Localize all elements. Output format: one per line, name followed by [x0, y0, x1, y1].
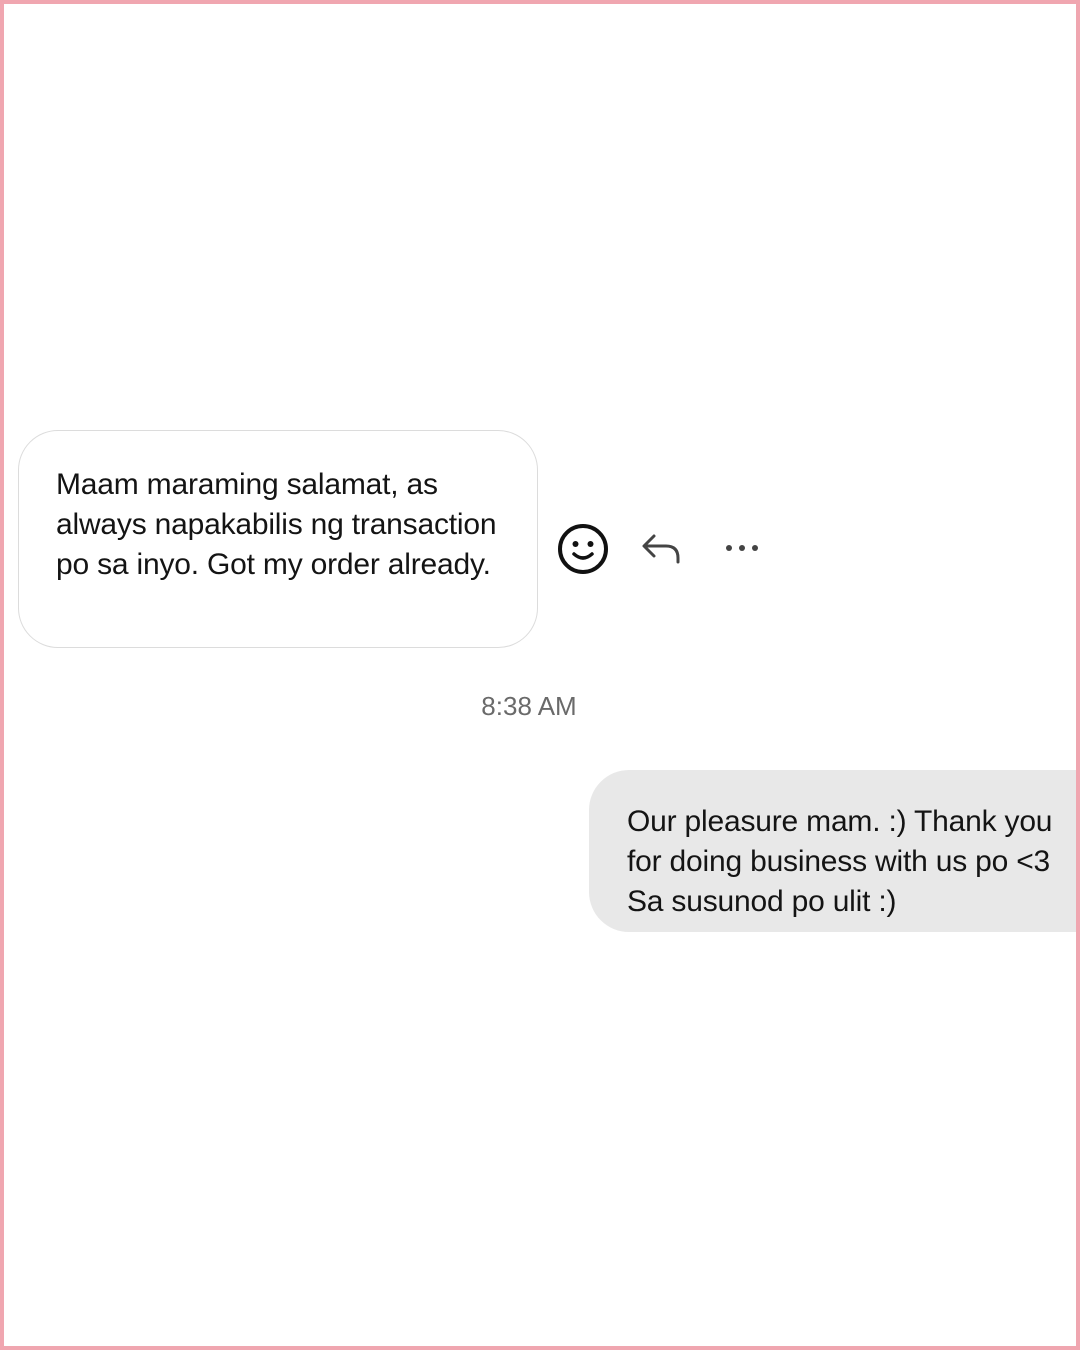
outgoing-message-text: Our pleasure mam. :) Thank you for doing…	[627, 805, 1053, 918]
message-timestamp: 8:38 AM	[481, 691, 577, 721]
message-actions	[556, 522, 776, 576]
more-options-icon[interactable]	[716, 522, 770, 576]
reply-icon[interactable]	[636, 522, 690, 576]
outgoing-message-bubble[interactable]: Our pleasure mam. :) Thank you for doing…	[589, 770, 1076, 932]
incoming-message-bubble[interactable]: Maam maraming salamat, as always napakab…	[18, 430, 538, 648]
screenshot-frame: Maam maraming salamat, as always napakab…	[0, 0, 1080, 1350]
smiley-icon[interactable]	[556, 522, 610, 576]
incoming-message-text: Maam maraming salamat, as always napakab…	[56, 468, 497, 581]
